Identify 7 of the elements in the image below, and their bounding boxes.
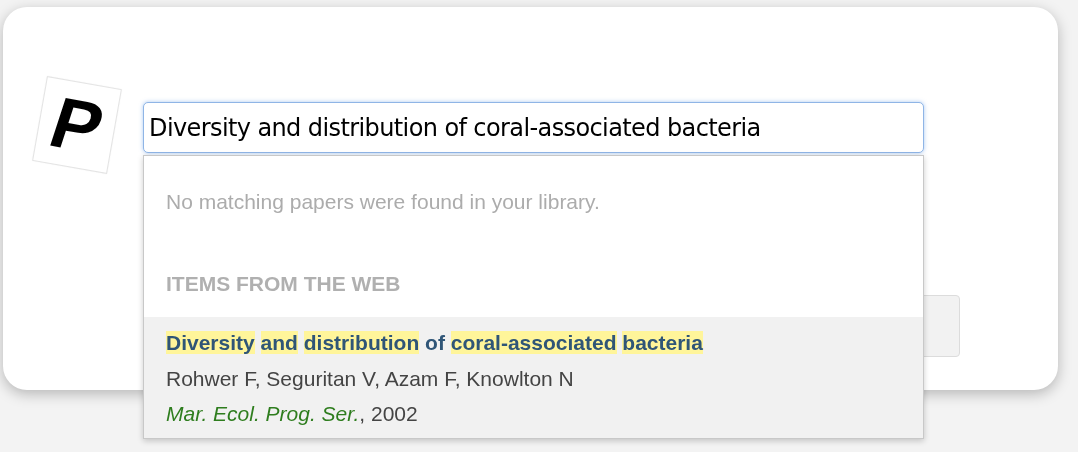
section-heading: ITEMS FROM THE WEB xyxy=(166,270,401,297)
search-result[interactable]: Diversity and distribution of coral-associated bacteria Rohwer F, Seguritan V, Azam F, Knowlton N Mar. Ecol. Prog. Ser., 2002 xyxy=(144,317,923,438)
search-field[interactable]: Diversity and distribution of coral-associated bacteria xyxy=(143,102,924,153)
result-source: Mar. Ecol. Prog. Ser., 2002 xyxy=(166,401,418,427)
result-authors: Rohwer F, Seguritan V, Azam F, Knowlton N xyxy=(166,365,574,392)
no-results-message: No matching papers were found in your library. xyxy=(166,189,600,215)
result-title: Diversity and distribution of coral-associated bacteria xyxy=(166,330,703,356)
